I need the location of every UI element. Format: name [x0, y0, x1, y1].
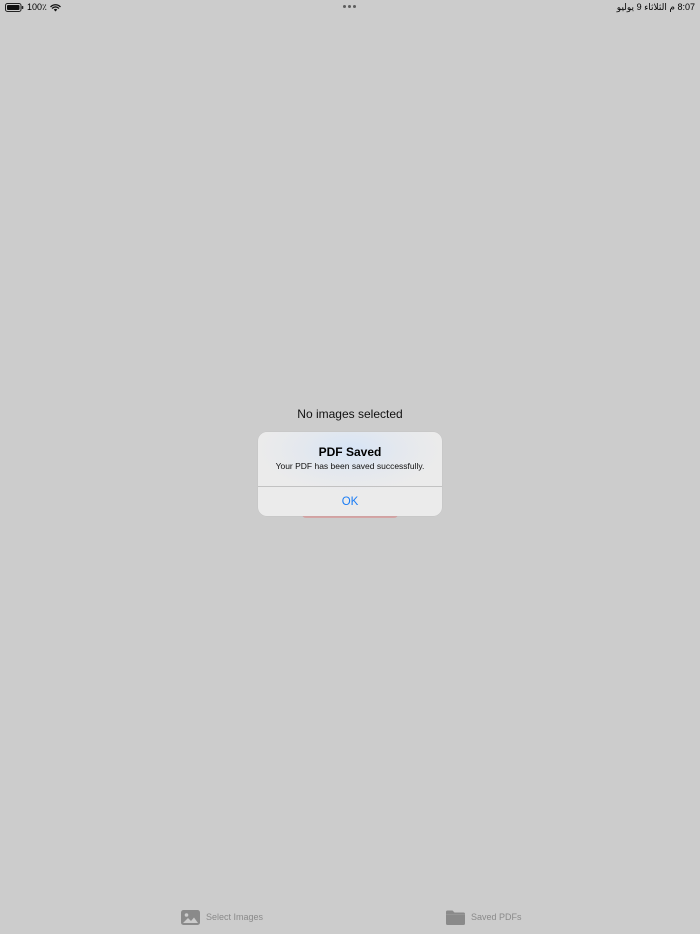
status-bar: 100٪ 8:07 م الثلاثاء 9 يوليو: [0, 0, 700, 14]
battery-percentage: 100٪: [27, 2, 47, 12]
tab-select-images-label: Select Images: [206, 912, 264, 922]
tab-saved-pdfs-label: Saved PDFs: [471, 912, 522, 922]
status-time-date: 8:07 م الثلاثاء 9 يوليو: [616, 2, 695, 12]
alert-title: PDF Saved: [318, 445, 382, 459]
battery-group: 100٪: [5, 2, 61, 12]
tab-saved-pdfs[interactable]: Saved PDFs: [446, 908, 522, 926]
multitask-dots-icon[interactable]: [343, 5, 356, 8]
tab-bar: Select Images Saved PDFs: [0, 900, 700, 934]
no-images-label: No images selected: [297, 407, 403, 421]
alert-message: Your PDF has been saved successfully.: [275, 461, 425, 471]
photo-icon: [181, 909, 200, 925]
pdf-saved-alert: PDF Saved Your PDF has been saved succes…: [258, 432, 442, 516]
ok-button[interactable]: OK: [258, 487, 442, 516]
battery-icon: [5, 2, 24, 12]
tab-select-images[interactable]: Select Images: [181, 908, 263, 926]
wifi-icon: [50, 3, 61, 11]
folder-icon: [446, 910, 465, 925]
